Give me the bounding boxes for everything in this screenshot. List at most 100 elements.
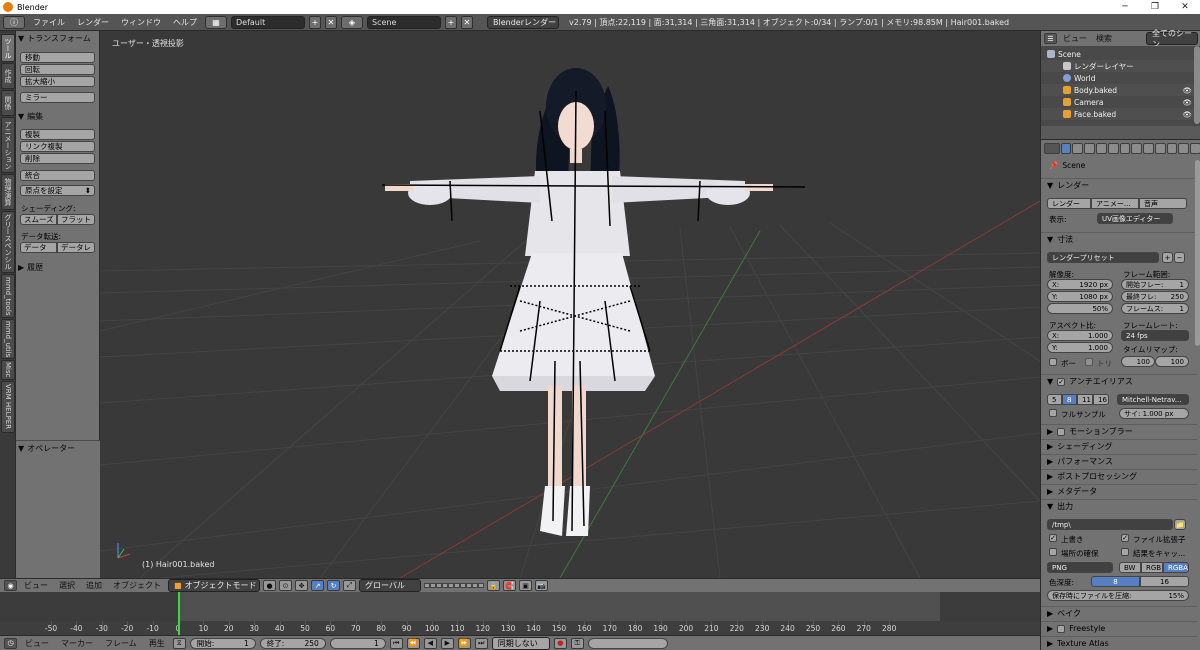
record-icon[interactable]: ● [553, 637, 567, 649]
full-sample-checkbox[interactable] [1049, 409, 1057, 417]
scene-field[interactable]: Scene [367, 15, 441, 29]
modifiers-tab-icon[interactable] [1131, 142, 1143, 154]
visibility-eye-icon[interactable]: 👁 [1182, 110, 1192, 119]
menu-view[interactable]: ビュー [20, 580, 52, 591]
start-frame-field[interactable]: 開始: 1 [189, 637, 256, 649]
end-frame-field[interactable]: 終了: 250 [259, 637, 326, 649]
play-icon[interactable]: ▶ [440, 637, 454, 649]
physics-tab-icon[interactable] [1190, 142, 1200, 154]
tab-physics[interactable]: 物理演算 [1, 174, 15, 210]
timeline-menu-frame[interactable]: フレーム [101, 638, 141, 649]
outliner-display-dropdown[interactable]: 全てのシーン [1146, 29, 1198, 49]
join-button[interactable]: 統合 [20, 170, 95, 181]
frame-step-field[interactable]: フレームス: 1 [1121, 303, 1189, 314]
crop-checkbox[interactable] [1085, 358, 1093, 366]
output-path-field[interactable]: /tmp\ [1047, 519, 1173, 530]
menu-render[interactable]: レンダー [73, 17, 113, 28]
outliner-scrollbar[interactable] [1194, 46, 1200, 124]
menu-object[interactable]: オブジェクト [109, 580, 165, 591]
aa-filter-dropdown[interactable]: Mitchell-Netrav... [1117, 394, 1189, 405]
color-depth-16-button[interactable]: 16 [1140, 576, 1189, 587]
rotate-button[interactable]: 回転 [20, 64, 95, 75]
screen-layout-field[interactable]: Default [231, 15, 305, 29]
set-origin-dropdown[interactable]: 原点を設定 ⬍ [20, 185, 95, 196]
tab-tools[interactable]: ツール [1, 34, 15, 62]
start-frame-prop-field[interactable]: 開始フレー: 1 [1121, 279, 1189, 290]
translate-manipulator-icon[interactable]: ↗ [311, 580, 324, 591]
motion-blur-panel-header[interactable]: ▶ モーションブラー [1041, 424, 1197, 438]
render-engine-dropdown[interactable]: Blenderレンダー [487, 15, 559, 29]
render-button[interactable]: レンダー [1047, 198, 1091, 209]
color-depth-8-button[interactable]: 8 [1091, 576, 1140, 587]
remove-scene-button[interactable]: ✕ [461, 15, 473, 29]
menu-window[interactable]: ウィンドウ [117, 17, 165, 28]
tab-animation[interactable]: アニメーション [1, 117, 15, 173]
keying-set-field[interactable] [587, 637, 668, 649]
aa-samples-11[interactable]: 11 [1077, 394, 1093, 405]
opengl-render-icon[interactable]: 📷 [535, 580, 548, 591]
add-layout-button[interactable]: + [309, 15, 321, 29]
world-tab-icon[interactable] [1096, 142, 1107, 154]
current-frame-field[interactable]: 1 [329, 637, 386, 649]
outliner-item-body[interactable]: Body.baked 👁 [1041, 84, 1195, 96]
sync-mode-dropdown[interactable]: 同期しない [491, 636, 550, 650]
outliner-menu-search[interactable]: 検索 [1093, 33, 1115, 44]
dimensions-panel-header[interactable]: ▼ 寸法 [1041, 232, 1197, 246]
end-frame-prop-field[interactable]: 最終フレ: 250 [1121, 291, 1189, 302]
editor-type-outliner-button[interactable]: ☰ [1044, 33, 1057, 44]
post-processing-panel-header[interactable]: ▶ ポストプロセッシング [1041, 469, 1197, 483]
pin-icon[interactable]: 📌 [1049, 161, 1058, 170]
editor-type-properties-button[interactable] [1044, 142, 1060, 154]
tab-mmd-tools[interactable]: mmd_tools [1, 274, 15, 318]
snap-element-icon[interactable]: ▣ [519, 580, 532, 591]
overwrite-checkbox[interactable]: ✓ [1049, 534, 1057, 542]
tab-mmd-utils[interactable]: mmd_utils [1, 319, 15, 359]
outliner-item-camera[interactable]: Camera 👁 [1041, 96, 1195, 108]
motion-blur-checkbox[interactable] [1057, 427, 1066, 436]
aa-samples-5[interactable]: 5 [1047, 394, 1062, 405]
menu-help[interactable]: ヘルプ [169, 17, 201, 28]
render-presets-dropdown[interactable]: レンダープリセット [1047, 252, 1159, 263]
folder-browse-icon[interactable]: 📁 [1174, 519, 1186, 530]
scale-manipulator-icon[interactable]: ⤢ [343, 580, 356, 591]
snap-toggle-icon[interactable]: 🧲 [503, 580, 516, 591]
resolution-x-field[interactable]: X: 1920 px [1047, 279, 1113, 290]
frame-rate-dropdown[interactable]: 24 fps [1121, 330, 1189, 341]
tab-misc[interactable]: Misc [1, 360, 15, 380]
time-remap-new-field[interactable]: 100 [1155, 356, 1189, 367]
3d-viewport[interactable]: ユーザー・透視投影 (1) Hair001.baked [100, 31, 1040, 578]
texture-tab-icon[interactable] [1166, 142, 1178, 154]
minimize-button[interactable]: ─ [1110, 0, 1140, 14]
material-tab-icon[interactable] [1154, 142, 1166, 154]
properties-scrollbar[interactable] [1195, 160, 1200, 346]
render-layers-tab-icon[interactable] [1072, 142, 1084, 154]
color-bw-button[interactable]: BW [1119, 562, 1141, 573]
file-extensions-checkbox[interactable]: ✓ [1121, 534, 1129, 542]
freestyle-checkbox[interactable] [1057, 624, 1066, 633]
jump-keyframe-back-icon[interactable]: ⏪ [406, 637, 420, 649]
particles-tab-icon[interactable] [1178, 142, 1190, 154]
timeline-menu-view[interactable]: ビュー [21, 638, 53, 649]
screen-layout-icon[interactable]: ▦ [205, 15, 227, 29]
viewport-shading-button[interactable]: ● [263, 580, 276, 591]
render-display-dropdown[interactable]: UV画像エディター [1097, 213, 1173, 224]
history-panel-header[interactable]: ▶ 履歴 [18, 261, 43, 273]
data-transfer-button[interactable]: データ [20, 242, 57, 253]
lock-layers-icon[interactable]: 🔒 [487, 580, 500, 591]
outliner-item-world[interactable]: World [1041, 72, 1195, 84]
tab-create[interactable]: 作成 [1, 63, 15, 89]
manipulator-toggle-icon[interactable]: ✥ [295, 580, 308, 591]
compression-field[interactable]: 保存時にファイルを圧縮: 15% [1047, 590, 1189, 601]
transform-orientation-dropdown[interactable]: グローバル [359, 579, 421, 592]
edit-panel-header[interactable]: ▼ 編集 [18, 110, 43, 122]
aspect-x-field[interactable]: X: 1.000 [1047, 330, 1113, 341]
remove-preset-button[interactable]: − [1174, 252, 1185, 263]
menu-add[interactable]: 追加 [82, 580, 106, 591]
data-tab-icon[interactable] [1143, 142, 1154, 154]
editor-type-info-button[interactable]: ⓘ [3, 15, 25, 29]
tab-vrm-helper[interactable]: VRM HELPER [1, 381, 15, 433]
timeline[interactable]: -50-40-30-20-100102030405060708090100110… [0, 592, 1040, 635]
render-panel-header[interactable]: ▼ レンダー [1041, 178, 1197, 192]
cache-result-checkbox[interactable] [1121, 548, 1129, 556]
metadata-panel-header[interactable]: ▶ メタデータ [1041, 484, 1197, 498]
